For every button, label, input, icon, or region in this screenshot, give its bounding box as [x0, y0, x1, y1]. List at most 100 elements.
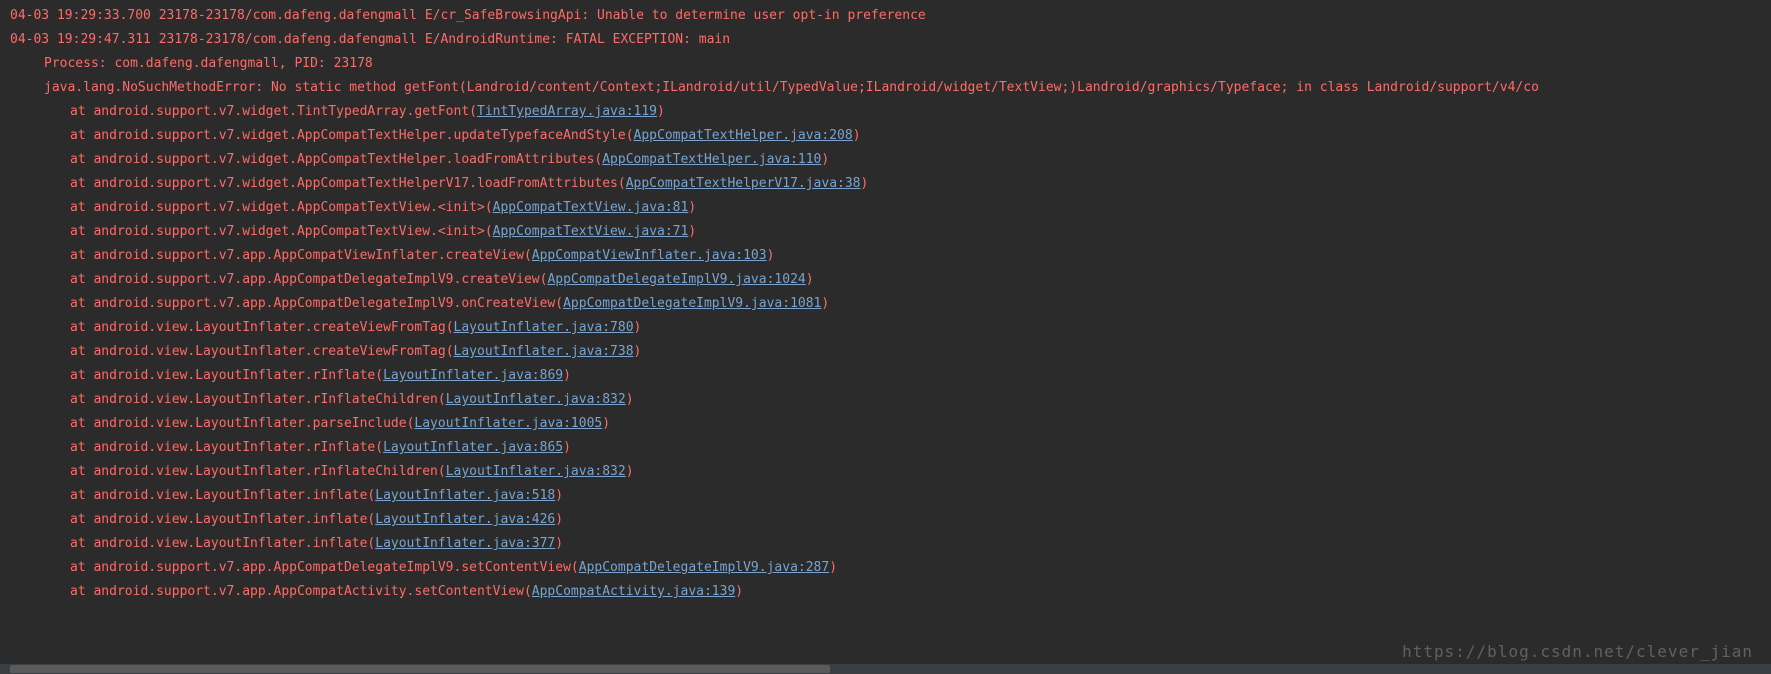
source-link[interactable]: AppCompatViewInflater.java:103 [532, 248, 767, 263]
stack-at-prefix: at [70, 104, 93, 119]
stack-at-prefix: at [70, 320, 93, 335]
horizontal-scrollbar[interactable] [0, 664, 1771, 674]
log-line[interactable]: 04-03 19:29:47.311 23178-23178/com.dafen… [10, 28, 1761, 52]
close-paren: ) [829, 560, 837, 575]
source-link[interactable]: AppCompatTextView.java:81 [493, 200, 689, 215]
stack-at-prefix: at [70, 368, 93, 383]
open-paren: ( [524, 248, 532, 263]
source-link[interactable]: AppCompatTextHelper.java:110 [602, 152, 821, 167]
log-line[interactable]: at android.support.v7.app.AppCompatDeleg… [10, 268, 1761, 292]
stack-at-prefix: at [70, 152, 93, 167]
source-link[interactable]: LayoutInflater.java:377 [375, 536, 555, 551]
log-line[interactable]: at android.support.v7.widget.AppCompatTe… [10, 124, 1761, 148]
log-line[interactable]: at android.view.LayoutInflater.parseIncl… [10, 412, 1761, 436]
source-link[interactable]: AppCompatTextView.java:71 [493, 224, 689, 239]
log-line[interactable]: at android.view.LayoutInflater.createVie… [10, 316, 1761, 340]
log-line[interactable]: at android.support.v7.widget.AppCompatTe… [10, 172, 1761, 196]
close-paren: ) [555, 512, 563, 527]
close-paren: ) [821, 152, 829, 167]
stack-method: android.support.v7.widget.AppCompatTextV… [93, 224, 484, 239]
close-paren: ) [688, 200, 696, 215]
stack-method: android.support.v7.widget.AppCompatTextH… [93, 176, 617, 191]
open-paren: ( [438, 464, 446, 479]
stack-method: android.support.v7.app.AppCompatDelegate… [93, 560, 570, 575]
open-paren: ( [446, 320, 454, 335]
stack-method: android.support.v7.app.AppCompatActivity… [93, 584, 523, 599]
source-link[interactable]: LayoutInflater.java:738 [454, 344, 634, 359]
log-line[interactable]: at android.support.v7.app.AppCompatDeleg… [10, 556, 1761, 580]
log-line[interactable]: at android.support.v7.app.AppCompatActiv… [10, 580, 1761, 604]
source-link[interactable]: AppCompatActivity.java:139 [532, 584, 736, 599]
close-paren: ) [563, 440, 571, 455]
source-link[interactable]: LayoutInflater.java:780 [454, 320, 634, 335]
stack-at-prefix: at [70, 512, 93, 527]
log-line[interactable]: at android.support.v7.app.AppCompatDeleg… [10, 292, 1761, 316]
stack-at-prefix: at [70, 392, 93, 407]
source-link[interactable]: TintTypedArray.java:119 [477, 104, 657, 119]
close-paren: ) [563, 368, 571, 383]
source-link[interactable]: AppCompatDelegateImplV9.java:287 [579, 560, 829, 575]
log-line[interactable]: java.lang.NoSuchMethodError: No static m… [10, 76, 1761, 100]
stack-method: android.view.LayoutInflater.parseInclude [93, 416, 406, 431]
log-line[interactable]: at android.support.v7.app.AppCompatViewI… [10, 244, 1761, 268]
close-paren: ) [626, 392, 634, 407]
close-paren: ) [555, 488, 563, 503]
source-link[interactable]: LayoutInflater.java:865 [383, 440, 563, 455]
close-paren: ) [688, 224, 696, 239]
close-paren: ) [821, 296, 829, 311]
log-line[interactable]: at android.view.LayoutInflater.rInflateC… [10, 388, 1761, 412]
source-link[interactable]: LayoutInflater.java:1005 [414, 416, 602, 431]
watermark-text: https://blog.csdn.net/clever_jian [1402, 640, 1753, 664]
stack-at-prefix: at [70, 440, 93, 455]
open-paren: ( [438, 392, 446, 407]
close-paren: ) [853, 128, 861, 143]
source-link[interactable]: AppCompatDelegateImplV9.java:1081 [563, 296, 821, 311]
log-line[interactable]: at android.view.LayoutInflater.inflate(L… [10, 508, 1761, 532]
source-link[interactable]: AppCompatDelegateImplV9.java:1024 [547, 272, 805, 287]
stack-at-prefix: at [70, 584, 93, 599]
log-line[interactable]: at android.view.LayoutInflater.rInflate(… [10, 364, 1761, 388]
log-line[interactable]: at android.support.v7.widget.TintTypedAr… [10, 100, 1761, 124]
source-link[interactable]: AppCompatTextHelperV17.java:38 [626, 176, 861, 191]
log-line[interactable]: at android.view.LayoutInflater.rInflateC… [10, 460, 1761, 484]
source-link[interactable]: AppCompatTextHelper.java:208 [634, 128, 853, 143]
stack-method: android.support.v7.widget.TintTypedArray… [93, 104, 469, 119]
stack-at-prefix: at [70, 416, 93, 431]
close-paren: ) [555, 536, 563, 551]
stack-method: android.view.LayoutInflater.createViewFr… [93, 320, 445, 335]
source-link[interactable]: LayoutInflater.java:832 [446, 392, 626, 407]
source-link[interactable]: LayoutInflater.java:832 [446, 464, 626, 479]
log-line[interactable]: at android.support.v7.widget.AppCompatTe… [10, 196, 1761, 220]
log-line[interactable]: Process: com.dafeng.dafengmall, PID: 231… [10, 52, 1761, 76]
stack-at-prefix: at [70, 488, 93, 503]
stack-method: android.view.LayoutInflater.rInflateChil… [93, 392, 437, 407]
log-line[interactable]: at android.view.LayoutInflater.inflate(L… [10, 484, 1761, 508]
open-paren: ( [618, 176, 626, 191]
open-paren: ( [626, 128, 634, 143]
horizontal-scrollbar-thumb[interactable] [10, 665, 830, 673]
close-paren: ) [626, 464, 634, 479]
source-link[interactable]: LayoutInflater.java:518 [375, 488, 555, 503]
logcat-output[interactable]: 04-03 19:29:33.700 23178-23178/com.dafen… [0, 0, 1771, 614]
log-line[interactable]: 04-03 19:29:33.700 23178-23178/com.dafen… [10, 4, 1761, 28]
log-line[interactable]: at android.view.LayoutInflater.rInflate(… [10, 436, 1761, 460]
source-link[interactable]: LayoutInflater.java:869 [383, 368, 563, 383]
open-paren: ( [485, 224, 493, 239]
close-paren: ) [861, 176, 869, 191]
stack-at-prefix: at [70, 224, 93, 239]
stack-method: android.view.LayoutInflater.rInflateChil… [93, 464, 437, 479]
log-line[interactable]: at android.support.v7.widget.AppCompatTe… [10, 148, 1761, 172]
close-paren: ) [806, 272, 814, 287]
source-link[interactable]: LayoutInflater.java:426 [375, 512, 555, 527]
stack-method: android.support.v7.app.AppCompatDelegate… [93, 296, 555, 311]
stack-at-prefix: at [70, 344, 93, 359]
open-paren: ( [485, 200, 493, 215]
log-line[interactable]: at android.support.v7.widget.AppCompatTe… [10, 220, 1761, 244]
log-line[interactable]: at android.view.LayoutInflater.inflate(L… [10, 532, 1761, 556]
close-paren: ) [634, 344, 642, 359]
log-line[interactable]: at android.view.LayoutInflater.createVie… [10, 340, 1761, 364]
log-header-text: 04-03 19:29:47.311 23178-23178/com.dafen… [10, 32, 730, 47]
stack-method: android.view.LayoutInflater.inflate [93, 488, 367, 503]
open-paren: ( [375, 368, 383, 383]
stack-method: android.view.LayoutInflater.rInflate [93, 440, 375, 455]
